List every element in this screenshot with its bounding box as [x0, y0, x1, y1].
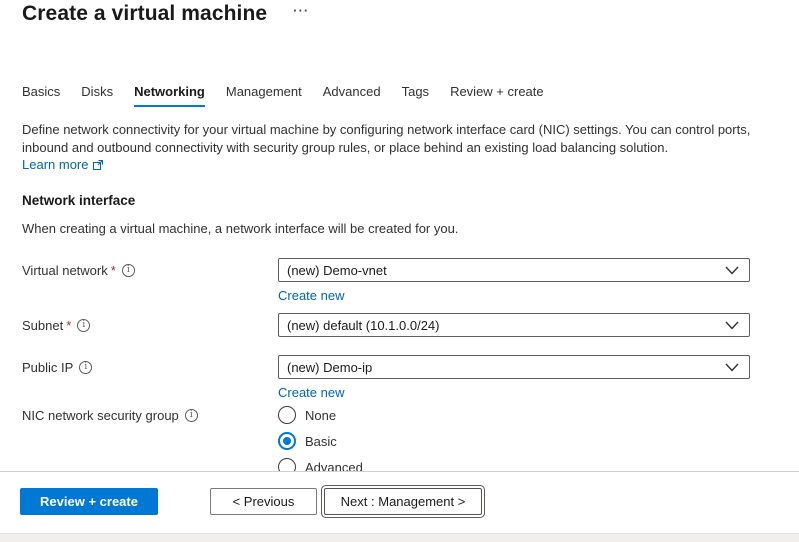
previous-button[interactable]: < Previous: [210, 488, 317, 515]
chevron-down-icon: [725, 266, 739, 275]
public-ip-label: Public IP i: [22, 355, 278, 379]
footer-bar: Review + create < Previous Next : Manage…: [0, 471, 799, 533]
tab-bar: Basics Disks Networking Management Advan…: [22, 84, 565, 107]
radio-label: Advanced: [305, 460, 363, 472]
nsg-option-advanced[interactable]: Advanced: [278, 458, 363, 471]
review-create-button[interactable]: Review + create: [20, 488, 158, 515]
public-ip-field: (new) Demo-ip Create new: [278, 355, 750, 400]
select-value: (new) Demo-ip: [287, 360, 372, 375]
nic-nsg-label: NIC network security group i: [22, 406, 278, 424]
info-icon[interactable]: i: [79, 361, 92, 374]
page-title: Create a virtual machine: [22, 2, 267, 26]
virtual-network-field: (new) Demo-vnet Create new: [278, 258, 750, 303]
more-options-button[interactable]: ···: [293, 3, 309, 18]
tab-review-create[interactable]: Review + create: [450, 84, 544, 107]
subnet-row: Subnet * i (new) default (10.1.0.0/24): [22, 313, 750, 337]
create-vm-page: Create a virtual machine ··· Basics Disk…: [0, 0, 799, 542]
required-asterisk: *: [111, 263, 116, 278]
field-label-text: Subnet: [22, 318, 63, 333]
radio-unselected-icon: [278, 458, 296, 471]
virtual-network-create-new-link[interactable]: Create new: [278, 288, 344, 303]
public-ip-create-new-link[interactable]: Create new: [278, 385, 344, 400]
page-header: Create a virtual machine ···: [22, 2, 309, 26]
tab-basics[interactable]: Basics: [22, 84, 60, 107]
chevron-down-icon: [725, 363, 739, 372]
next-management-button[interactable]: Next : Management >: [324, 488, 482, 515]
field-label-text: Virtual network: [22, 263, 108, 278]
nic-nsg-radio-group: None Basic Advanced: [278, 406, 363, 471]
info-icon[interactable]: i: [122, 264, 135, 277]
tab-disks[interactable]: Disks: [81, 84, 113, 107]
select-value: (new) default (10.1.0.0/24): [287, 318, 439, 333]
virtual-network-select[interactable]: (new) Demo-vnet: [278, 258, 750, 282]
tab-tags[interactable]: Tags: [402, 84, 429, 107]
section-heading: Network interface: [22, 193, 135, 208]
subnet-select[interactable]: (new) default (10.1.0.0/24): [278, 313, 750, 337]
radio-label: None: [305, 408, 336, 423]
info-icon[interactable]: i: [185, 409, 198, 422]
select-value: (new) Demo-vnet: [287, 263, 387, 278]
required-asterisk: *: [66, 318, 71, 333]
virtual-network-label: Virtual network * i: [22, 258, 278, 282]
radio-unselected-icon: [278, 406, 296, 424]
virtual-network-row: Virtual network * i (new) Demo-vnet Crea…: [22, 258, 750, 303]
tab-management[interactable]: Management: [226, 84, 302, 107]
section-intro: When creating a virtual machine, a netwo…: [22, 221, 458, 236]
nic-nsg-row: NIC network security group i None Basic …: [22, 406, 363, 471]
public-ip-select[interactable]: (new) Demo-ip: [278, 355, 750, 379]
tab-description: Define network connectivity for your vir…: [22, 121, 754, 156]
tab-advanced[interactable]: Advanced: [323, 84, 381, 107]
nsg-option-basic[interactable]: Basic: [278, 432, 363, 450]
field-label-text: Public IP: [22, 360, 73, 375]
radio-label: Basic: [305, 434, 337, 449]
nsg-option-none[interactable]: None: [278, 406, 363, 424]
subnet-label: Subnet * i: [22, 313, 278, 337]
subnet-field: (new) default (10.1.0.0/24): [278, 313, 750, 337]
learn-more-label: Learn more: [22, 157, 88, 172]
bottom-strip: [0, 533, 799, 542]
networking-tab-content: Create a virtual machine ··· Basics Disk…: [0, 0, 799, 471]
info-icon[interactable]: i: [77, 319, 90, 332]
radio-selected-icon: [278, 432, 296, 450]
chevron-down-icon: [725, 321, 739, 330]
public-ip-row: Public IP i (new) Demo-ip Create new: [22, 355, 750, 400]
tab-networking[interactable]: Networking: [134, 84, 205, 107]
external-link-icon: [92, 159, 104, 171]
learn-more-link[interactable]: Learn more: [22, 157, 104, 172]
field-label-text: NIC network security group: [22, 408, 179, 423]
